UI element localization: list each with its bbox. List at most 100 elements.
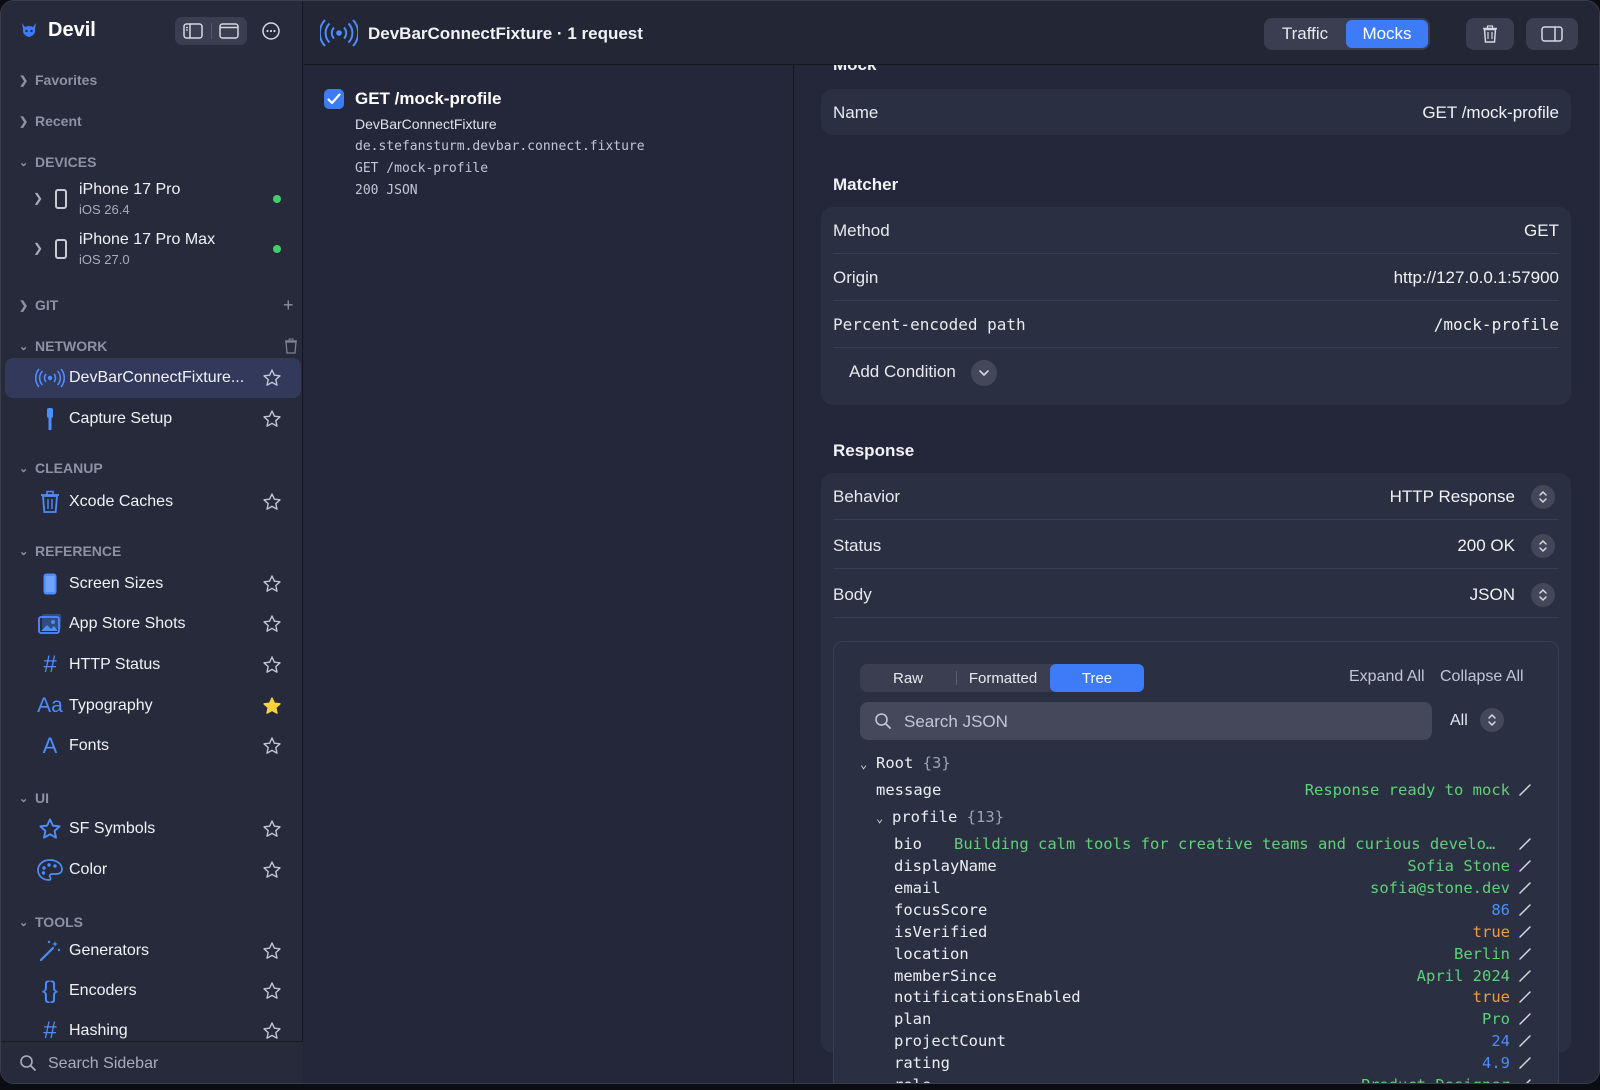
json-search-input[interactable]: Search JSON bbox=[860, 702, 1432, 740]
sidebar-item-generators[interactable]: Generators bbox=[5, 931, 301, 971]
response-row-status[interactable]: Status 200 OK bbox=[833, 522, 1559, 569]
sidebar-item-xcode-caches[interactable]: Xcode Caches bbox=[5, 482, 301, 522]
favorite-star-icon[interactable] bbox=[260, 858, 284, 882]
sidebar-item-hashing[interactable]: # Hashing bbox=[5, 1011, 301, 1041]
pencil-icon[interactable] bbox=[1518, 1034, 1532, 1048]
matcher-row-origin[interactable]: Origin http://127.0.0.1:57900 bbox=[833, 254, 1559, 301]
section-favorites[interactable]: ❯ Favorites bbox=[19, 68, 97, 92]
name-row[interactable]: Name GET /mock-profile bbox=[833, 89, 1559, 136]
pencil-icon[interactable] bbox=[1518, 947, 1532, 961]
sidebar-search-field[interactable]: Search Sidebar bbox=[1, 1041, 303, 1083]
json-node-field[interactable]: displayName Sofia Stone bbox=[860, 857, 1532, 879]
collapse-all-button[interactable]: Collapse All bbox=[1440, 668, 1524, 686]
expand-all-button[interactable]: Expand All bbox=[1349, 668, 1425, 686]
json-node-field[interactable]: isVerified true bbox=[860, 923, 1532, 945]
favorite-star-icon[interactable] bbox=[260, 979, 284, 1003]
sidebar-item-http-status[interactable]: # HTTP Status bbox=[5, 645, 301, 685]
chevron-right-icon[interactable]: ❯ bbox=[33, 241, 43, 255]
section-network[interactable]: ⌄ NETWORK bbox=[19, 334, 107, 358]
json-node-field[interactable]: projectCount 24 bbox=[860, 1032, 1532, 1054]
toggle-inspector-button[interactable] bbox=[1526, 18, 1578, 50]
pencil-icon[interactable] bbox=[1518, 1078, 1532, 1083]
sidebar-item-encoders[interactable]: {} Encoders bbox=[5, 971, 301, 1011]
sidebar-item-typography[interactable]: Aa Typography bbox=[5, 686, 301, 726]
section-ui[interactable]: ⌄ UI bbox=[19, 786, 49, 810]
tab-mocks[interactable]: Mocks bbox=[1346, 20, 1428, 48]
section-git[interactable]: ❯ GIT bbox=[19, 293, 58, 317]
delete-button[interactable] bbox=[1466, 18, 1514, 50]
enabled-checkbox[interactable] bbox=[324, 89, 344, 109]
add-repo-plus-icon[interactable]: + bbox=[283, 295, 294, 315]
tab-raw[interactable]: Raw bbox=[860, 664, 956, 692]
matcher-row-method[interactable]: Method GET bbox=[833, 207, 1559, 254]
json-node-bio[interactable]: bio Building calm tools for creative tea… bbox=[860, 835, 1532, 857]
response-row-body[interactable]: Body JSON bbox=[833, 571, 1559, 618]
json-node-field[interactable]: location Berlin bbox=[860, 945, 1532, 967]
json-node-field[interactable]: focusScore 86 bbox=[860, 901, 1532, 923]
favorite-star-icon[interactable] bbox=[260, 1019, 284, 1041]
behavior-popup-button[interactable] bbox=[1531, 485, 1555, 509]
favorite-star-icon[interactable] bbox=[260, 490, 284, 514]
pencil-icon[interactable] bbox=[1518, 1056, 1532, 1070]
json-node-message[interactable]: message Response ready to mock bbox=[860, 781, 1532, 803]
favorite-star-icon[interactable] bbox=[260, 612, 284, 636]
status-popup-button[interactable] bbox=[1531, 534, 1555, 558]
sidebar-item-capture-setup[interactable]: Capture Setup bbox=[5, 399, 301, 439]
sidebar-item-app-store-shots[interactable]: App Store Shots bbox=[5, 604, 301, 644]
clear-network-trash-icon[interactable] bbox=[284, 338, 298, 359]
pencil-icon[interactable] bbox=[1518, 969, 1532, 983]
toggle-sidebar-button[interactable] bbox=[175, 17, 211, 45]
json-node-field[interactable]: memberSince April 2024 bbox=[860, 967, 1532, 989]
device-item[interactable]: ❯ iPhone 17 Pro iOS 26.4 bbox=[5, 177, 301, 223]
tab-tree[interactable]: Tree bbox=[1050, 664, 1144, 692]
add-condition-button[interactable]: Add Condition bbox=[849, 362, 956, 382]
pencil-icon[interactable] bbox=[1518, 990, 1532, 1004]
favorite-star-icon[interactable] bbox=[260, 572, 284, 596]
toggle-inspector-button[interactable] bbox=[211, 17, 247, 45]
favorite-star-icon[interactable] bbox=[260, 407, 284, 431]
add-condition-menu-button[interactable] bbox=[971, 360, 997, 386]
section-devices[interactable]: ⌄ DEVICES bbox=[19, 150, 96, 174]
json-node-field[interactable]: plan Pro bbox=[860, 1010, 1532, 1032]
favorite-star-icon[interactable] bbox=[260, 939, 284, 963]
response-row-behavior[interactable]: Behavior HTTP Response bbox=[833, 473, 1559, 520]
pencil-icon[interactable] bbox=[1518, 925, 1532, 939]
tab-traffic[interactable]: Traffic bbox=[1266, 20, 1344, 48]
pencil-icon[interactable] bbox=[1518, 859, 1532, 873]
chevron-down-icon[interactable]: ⌄ bbox=[860, 757, 876, 771]
pencil-icon[interactable] bbox=[1518, 783, 1532, 797]
pencil-icon[interactable] bbox=[1518, 903, 1532, 917]
sidebar-item-sf-symbols[interactable]: SF Symbols bbox=[5, 809, 301, 849]
favorite-star-filled-icon[interactable] bbox=[260, 694, 284, 718]
sidebar-item-devbarconnectfixture[interactable]: DevBarConnectFixture... bbox=[5, 358, 301, 398]
json-node-field[interactable]: rating 4.9 bbox=[860, 1054, 1532, 1076]
favorite-star-icon[interactable] bbox=[260, 817, 284, 841]
row-label: Name bbox=[833, 103, 879, 122]
body-popup-button[interactable] bbox=[1531, 583, 1555, 607]
sidebar-item-screen-sizes[interactable]: Screen Sizes bbox=[5, 564, 301, 604]
json-node-field[interactable]: role Product Designer bbox=[860, 1076, 1532, 1083]
chevron-down-icon[interactable]: ⌄ bbox=[876, 811, 892, 825]
more-options-button[interactable] bbox=[259, 19, 283, 43]
section-reference[interactable]: ⌄ REFERENCE bbox=[19, 539, 121, 563]
section-cleanup[interactable]: ⌄ CLEANUP bbox=[19, 456, 103, 480]
chevron-right-icon[interactable]: ❯ bbox=[33, 191, 43, 205]
json-filter-value[interactable]: All bbox=[1450, 712, 1468, 730]
matcher-row-path[interactable]: Percent-encoded path /mock-profile bbox=[833, 301, 1559, 348]
favorite-star-icon[interactable] bbox=[260, 653, 284, 677]
device-item[interactable]: ❯ iPhone 17 Pro Max iOS 27.0 bbox=[5, 227, 301, 273]
pencil-icon[interactable] bbox=[1518, 837, 1532, 851]
pencil-icon[interactable] bbox=[1518, 881, 1532, 895]
tab-formatted[interactable]: Formatted bbox=[957, 664, 1049, 692]
pencil-icon[interactable] bbox=[1518, 1012, 1532, 1026]
json-filter-popup-button[interactable] bbox=[1480, 708, 1504, 732]
json-node-root[interactable]: ⌄ Root {3} bbox=[860, 754, 1532, 776]
json-node-field[interactable]: notificationsEnabled true bbox=[860, 988, 1532, 1010]
sidebar-item-fonts[interactable]: A Fonts bbox=[5, 726, 301, 766]
favorite-star-icon[interactable] bbox=[260, 366, 284, 390]
sidebar-item-color[interactable]: Color bbox=[5, 850, 301, 890]
favorite-star-icon[interactable] bbox=[260, 734, 284, 758]
section-recent[interactable]: ❯ Recent bbox=[19, 109, 82, 133]
json-node-field[interactable]: email sofia@stone.dev bbox=[860, 879, 1532, 901]
json-node-profile[interactable]: ⌄ profile {13} bbox=[860, 808, 1532, 830]
